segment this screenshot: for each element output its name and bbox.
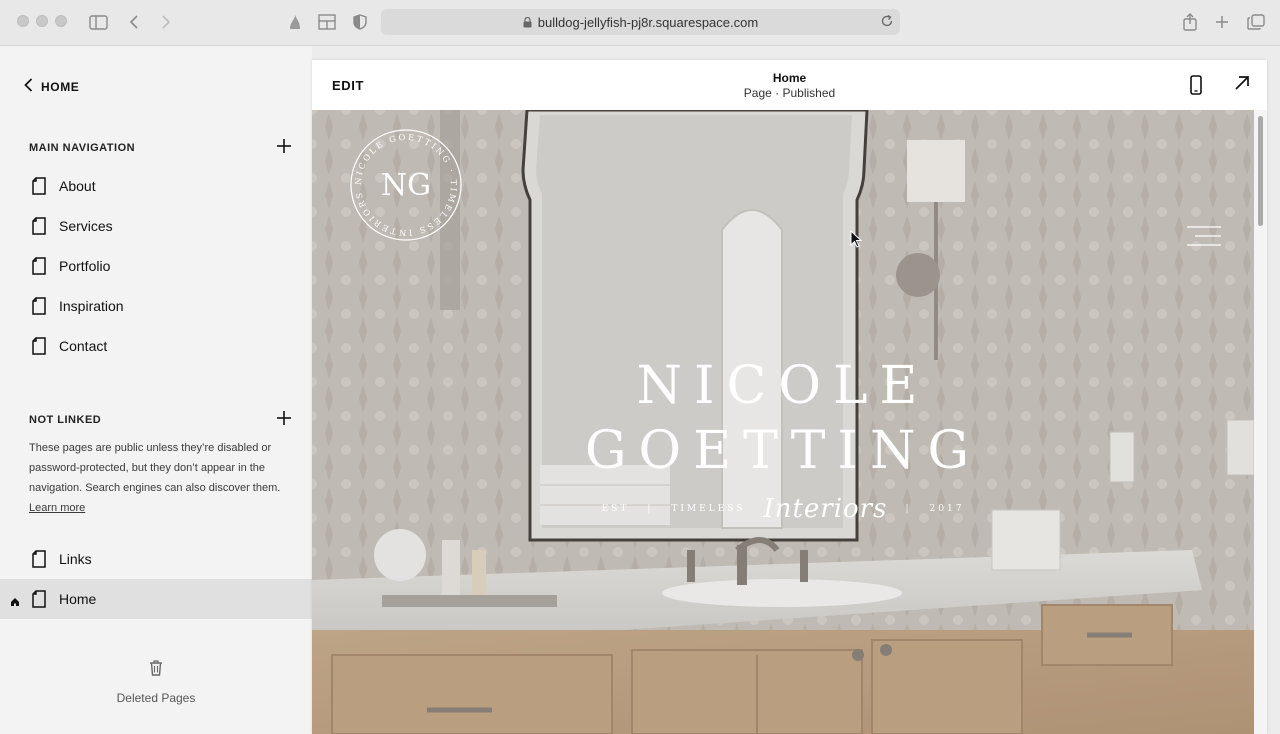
- trash-icon: [149, 660, 163, 679]
- sidebar-item-home[interactable]: Home: [0, 579, 312, 619]
- scrollbar-thumb[interactable]: [1258, 116, 1263, 226]
- forward-arrow-icon[interactable]: [154, 11, 178, 33]
- not-linked-title: NOT LINKED: [29, 413, 102, 426]
- window-controls: [17, 15, 67, 27]
- open-in-new-arrow-icon[interactable]: [1234, 75, 1250, 96]
- tagline-script: Interiors: [763, 494, 888, 524]
- page-icon: [32, 337, 46, 358]
- sidebar-item-label: About: [59, 178, 96, 194]
- back-home-link[interactable]: HOME: [24, 78, 79, 95]
- deleted-pages-label: Deleted Pages: [116, 691, 196, 705]
- hero-heading-line-1: NICOLE: [636, 356, 930, 416]
- menu-hamburger-icon[interactable]: [1187, 226, 1221, 251]
- tagline-divider: |: [905, 504, 912, 514]
- page-icon: [32, 550, 46, 571]
- tagline-est: EST: [601, 504, 630, 514]
- tagline-divider: |: [647, 504, 654, 514]
- page-editor: EDIT Home Page · Published NICOLE GOETTI…: [312, 60, 1267, 734]
- sidebar-item-label: Services: [59, 218, 113, 234]
- editor-toolbar: EDIT Home Page · Published: [312, 60, 1267, 110]
- add-page-plus-icon[interactable]: [277, 411, 291, 428]
- hero-section-preview[interactable]: NICOLE GOETTING · TIMELESS INTERIORS NG …: [312, 110, 1254, 734]
- browser-toolbar: bulldog-jellyfish-pj8r.squarespace.com: [0, 0, 1280, 46]
- not-linked-description-text: These pages are public unless they’re di…: [29, 442, 281, 494]
- sidebar-item-services[interactable]: Services: [0, 206, 312, 246]
- main-navigation-header: MAIN NAVIGATION: [29, 139, 291, 156]
- lock-icon: [523, 16, 532, 28]
- sidebar-item-about[interactable]: About: [0, 166, 312, 206]
- page-title: Home: [772, 71, 807, 85]
- back-arrow-icon[interactable]: [122, 11, 146, 33]
- learn-more-link[interactable]: Learn more: [29, 502, 85, 514]
- page-info: Home Page · Published: [312, 71, 1267, 100]
- chevron-left-icon: [24, 78, 33, 95]
- sidebar-item-contact[interactable]: Contact: [0, 326, 312, 366]
- sidebar-item-label: Portfolio: [59, 258, 111, 274]
- sidebar-item-label: Contact: [59, 338, 108, 354]
- url-text: bulldog-jellyfish-pj8r.squarespace.com: [537, 14, 759, 30]
- pages-sidebar: HOME MAIN NAVIGATION About Services Port…: [0, 46, 312, 734]
- minimize-window-button[interactable]: [36, 15, 48, 27]
- sidebar-item-label: Links: [59, 551, 92, 567]
- site-logo[interactable]: NICOLE GOETTING · TIMELESS INTERIORS NG: [349, 128, 463, 247]
- back-home-label: HOME: [41, 79, 80, 94]
- tagline-year: 2017: [929, 504, 965, 514]
- tagline-timeless: TIMELESS: [671, 504, 746, 514]
- page-status: Page · Published: [743, 86, 836, 100]
- page-icon: [32, 257, 46, 278]
- deleted-pages-button[interactable]: Deleted Pages: [0, 660, 312, 705]
- logo-monogram: NG: [381, 168, 431, 203]
- page-icon: [32, 297, 46, 318]
- sidebar-toggle-icon[interactable]: [86, 11, 110, 33]
- homepage-house-icon: [10, 594, 20, 610]
- mobile-preview-icon[interactable]: [1190, 75, 1202, 100]
- page-icon: [32, 590, 46, 611]
- reload-icon[interactable]: [880, 14, 894, 31]
- new-tab-icon[interactable]: [1210, 11, 1234, 33]
- close-window-button[interactable]: [17, 15, 29, 27]
- extension-icon[interactable]: [283, 11, 307, 33]
- zoom-window-button[interactable]: [55, 15, 67, 27]
- page-icon: [32, 177, 46, 198]
- sidebar-item-label: Home: [59, 591, 97, 607]
- tab-overview-icon[interactable]: [1244, 11, 1268, 33]
- hero-tagline: EST | TIMELESS Interiors | 2017: [312, 494, 1254, 524]
- sidebar-item-label: Inspiration: [59, 298, 124, 314]
- sidebar-item-inspiration[interactable]: Inspiration: [0, 286, 312, 326]
- not-linked-header: NOT LINKED: [29, 411, 291, 428]
- add-page-plus-icon[interactable]: [277, 139, 291, 156]
- address-bar[interactable]: bulldog-jellyfish-pj8r.squarespace.com: [381, 9, 900, 35]
- main-navigation-title: MAIN NAVIGATION: [29, 141, 136, 154]
- hero-heading-line-2: GOETTING: [584, 421, 982, 481]
- privacy-shield-icon[interactable]: [348, 11, 372, 33]
- page-icon: [32, 217, 46, 238]
- layout-icon[interactable]: [315, 11, 339, 33]
- not-linked-description: These pages are public unless they’re di…: [29, 438, 291, 518]
- share-icon[interactable]: [1178, 11, 1202, 33]
- sidebar-item-links[interactable]: Links: [0, 539, 312, 579]
- sidebar-item-portfolio[interactable]: Portfolio: [0, 246, 312, 286]
- mouse-pointer-icon: [850, 229, 863, 253]
